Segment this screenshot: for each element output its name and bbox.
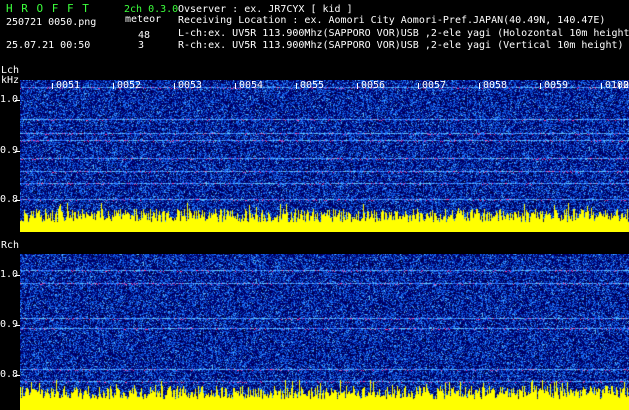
datetime-label: 25.07.21 00:50 (6, 40, 91, 51)
lch-waterfall-canvas (20, 80, 629, 232)
lch-unit: kHz (1, 75, 20, 86)
rch-spectrogram (20, 254, 629, 410)
meteor-label: meteor (125, 14, 162, 25)
lch-info-line: L-ch:ex. UV5R 113.900Mhz(SAPPORO VOR)USB… (178, 28, 629, 39)
time-mark-0052: 0052 (112, 80, 142, 91)
lch-tick-mark-1 (15, 100, 20, 101)
location-line: Receiving Location : ex. Aomori City Aom… (178, 15, 606, 26)
lch-tick-mark-2 (15, 151, 20, 152)
rch-info-line: R-ch:ex. UV5R 113.900Mhz(SAPPORO VOR)USB… (178, 40, 624, 51)
rch-label: Rch (1, 240, 20, 251)
spectrogram-window: H R O F F T 2ch 0.3.0 250721 0050.png me… (0, 0, 629, 410)
app-brand: H R O F F T (6, 2, 90, 15)
time-mark-0058: 0058 (478, 80, 508, 91)
time-mark-0059: 0059 (539, 80, 569, 91)
rch-tick-mark-3 (15, 375, 20, 376)
time-mark-0054: 0054 (234, 80, 264, 91)
rch-tick-mark-2 (15, 325, 20, 326)
time-mark-0055: 0055 (295, 80, 325, 91)
filename-label: 250721 0050.png (6, 17, 97, 28)
meteor-count-rch: 3 (138, 40, 145, 51)
lch-spectrogram: 0051 0052 0053 0054 0055 0056 0057 0058 0059 0100… (20, 80, 629, 232)
time-mark-0056: 0056 (356, 80, 386, 91)
rch-tick-mark-1 (15, 275, 20, 276)
time-mark-0053: 0053 (173, 80, 203, 91)
time-mark-0057: 0057 (417, 80, 447, 91)
lch-tick-mark-3 (15, 200, 20, 201)
rch-waterfall-canvas (20, 254, 629, 410)
time-mark-0051: 0051 (51, 80, 81, 91)
time-mark-edge: 2 (618, 80, 629, 91)
